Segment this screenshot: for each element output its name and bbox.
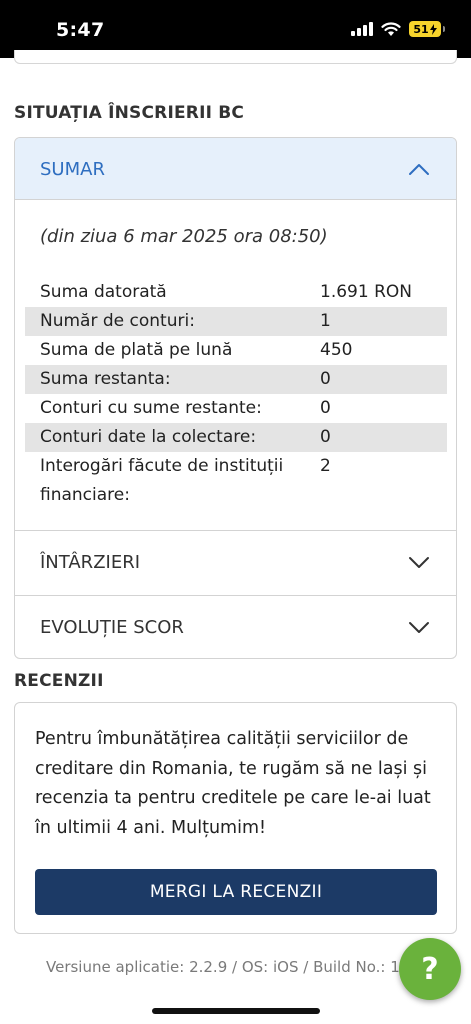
row-value: 0 [320, 398, 331, 418]
summary-header-label: SUMAR [40, 159, 105, 180]
help-button[interactable]: ? [399, 938, 461, 1000]
reviews-card: Pentru îmbunătățirea calității serviciil… [14, 702, 457, 934]
status-icons: 51 [351, 21, 445, 37]
row-value: 2 [320, 456, 331, 476]
home-indicator[interactable] [152, 1008, 320, 1014]
score-label: EVOLUȚIE SCOR [40, 617, 184, 638]
delays-accordion-header[interactable]: ÎNTÂRZIERI [15, 531, 456, 595]
chevron-down-icon [409, 622, 429, 633]
row-value: 450 [320, 340, 353, 360]
charging-bolt-icon [429, 23, 437, 35]
cellular-signal-icon [351, 22, 373, 36]
wifi-icon [381, 21, 401, 36]
chevron-up-icon [409, 164, 429, 175]
go-to-reviews-button[interactable]: MERGI LA RECENZII [35, 869, 437, 915]
reviews-section-title: RECENZII [14, 671, 104, 691]
enrollment-section-title: SITUAȚIA ÎNSCRIERII BC [14, 103, 245, 123]
summary-date: (din ziua 6 mar 2025 ora 08:50) [40, 226, 328, 247]
status-time: 5:47 [56, 19, 105, 41]
reviews-description: Pentru îmbunătățirea calității serviciil… [35, 729, 431, 838]
score-accordion-header[interactable]: EVOLUȚIE SCOR [15, 596, 456, 658]
delays-label: ÎNTÂRZIERI [40, 552, 141, 573]
summary-table: Suma datorată 1.691 RON Număr de conturi… [25, 278, 447, 510]
battery-icon: 51 [409, 21, 445, 37]
row-value: 0 [320, 369, 331, 389]
chevron-down-icon [409, 557, 429, 568]
summary-accordion-header[interactable]: SUMAR [15, 138, 456, 200]
row-label: Interogări făcute de instituții financia… [40, 456, 284, 505]
row-value: 1 [320, 311, 331, 331]
battery-level: 51 [413, 22, 429, 36]
row-value: 1.691 RON [320, 282, 412, 302]
app-version: Versiune aplicatie: 2.2.9 / OS: iOS / Bu… [46, 958, 400, 976]
previous-card-bottom [14, 50, 457, 64]
table-row: Interogări făcute de instituții financia… [25, 452, 447, 510]
row-value: 0 [320, 427, 331, 447]
question-mark-icon: ? [421, 951, 439, 987]
enrollment-accordion: SUMAR (din ziua 6 mar 2025 ora 08:50) Su… [14, 137, 457, 659]
